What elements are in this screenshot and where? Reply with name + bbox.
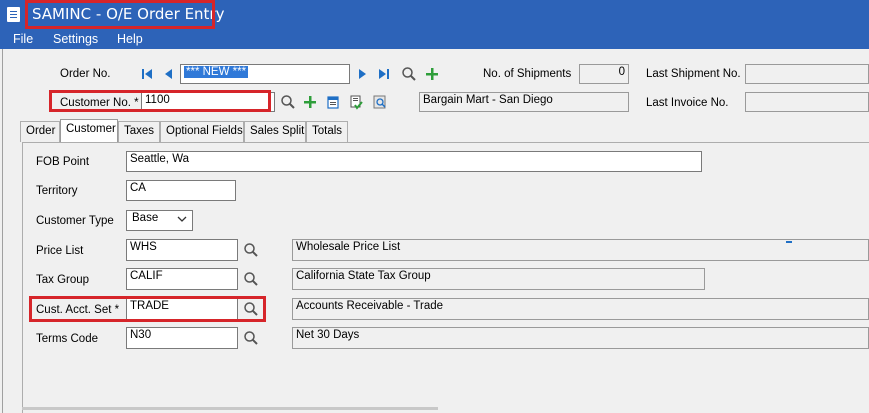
tab-taxes[interactable]: Taxes — [118, 121, 160, 142]
menu-settings[interactable]: Settings — [53, 32, 98, 46]
acct-set-label: Cust. Acct. Set * — [36, 304, 120, 316]
order-no-value: *** NEW *** — [184, 66, 249, 78]
acct-set-description: Accounts Receivable - Trade — [292, 298, 869, 320]
terms-code-input[interactable]: N30 — [126, 327, 238, 349]
menu-bar: File Settings Help — [0, 30, 869, 49]
price-list-label: Price List — [36, 245, 84, 257]
tax-group-input[interactable]: CALIF — [126, 268, 238, 290]
window-title: SAMINC - O/E Order Entry — [32, 5, 225, 23]
tab-optional-fields[interactable]: Optional Fields — [160, 121, 244, 142]
order-no-input[interactable]: *** NEW *** — [180, 64, 350, 84]
order-no-label: Order No. — [60, 68, 111, 80]
cursor-mark — [786, 241, 792, 243]
tab-customer[interactable]: Customer — [60, 119, 118, 143]
tax-group-label: Tax Group — [36, 274, 90, 286]
tax-group-description: California State Tax Group — [292, 268, 705, 290]
tab-totals[interactable]: Totals — [306, 121, 348, 142]
fob-point-label: FOB Point — [36, 156, 90, 168]
order-finder-search-icon[interactable] — [401, 66, 417, 82]
app-document-icon — [7, 7, 20, 22]
customer-document-check-icon[interactable] — [348, 94, 364, 110]
terms-code-finder-search-icon[interactable] — [243, 330, 259, 346]
last-record-icon[interactable] — [378, 68, 390, 80]
acct-set-finder-search-icon[interactable] — [243, 301, 259, 317]
territory-label: Territory — [36, 185, 78, 197]
new-order-add-icon[interactable] — [424, 66, 440, 82]
tab-order[interactable]: Order — [20, 121, 60, 142]
customer-no-label: Customer No. * — [60, 97, 139, 109]
horizontal-scrollbar[interactable] — [22, 407, 438, 410]
last-invoice-value — [745, 92, 869, 112]
price-list-finder-search-icon[interactable] — [243, 242, 259, 258]
customer-type-select[interactable]: Base — [126, 210, 193, 231]
tab-sales-split[interactable]: Sales Split — [244, 121, 306, 142]
menu-file[interactable]: File — [13, 32, 33, 46]
price-list-input[interactable]: WHS — [126, 239, 238, 261]
new-customer-add-icon[interactable] — [302, 94, 318, 110]
shipments-label: No. of Shipments — [483, 68, 572, 80]
last-shipment-label: Last Shipment No. — [646, 68, 741, 80]
next-record-icon[interactable] — [356, 68, 368, 80]
fob-point-input[interactable]: Seattle, Wa — [126, 151, 702, 172]
territory-input[interactable]: CA — [126, 180, 236, 201]
customer-type-label: Customer Type — [36, 215, 114, 227]
acct-set-input[interactable]: TRADE — [126, 298, 238, 320]
customer-type-value: Base — [132, 212, 159, 224]
customer-info-icon[interactable] — [325, 94, 341, 110]
first-record-icon[interactable] — [141, 68, 153, 80]
previous-record-icon[interactable] — [163, 68, 175, 80]
customer-finder-search-icon[interactable] — [280, 94, 296, 110]
last-invoice-label: Last Invoice No. — [646, 97, 729, 109]
chevron-down-icon — [177, 214, 187, 227]
title-bar: SAMINC - O/E Order Entry — [0, 0, 869, 30]
customer-name: Bargain Mart - San Diego — [419, 92, 629, 112]
price-list-description: Wholesale Price List — [292, 239, 869, 261]
last-shipment-value — [745, 64, 869, 84]
shipments-value: 0 — [579, 64, 629, 84]
customer-inquiry-icon[interactable] — [372, 94, 388, 110]
terms-code-label: Terms Code — [36, 333, 98, 345]
terms-code-description: Net 30 Days — [292, 327, 869, 349]
menu-help[interactable]: Help — [117, 32, 143, 46]
customer-no-input[interactable]: 1100 — [141, 92, 275, 112]
tax-group-finder-search-icon[interactable] — [243, 271, 259, 287]
